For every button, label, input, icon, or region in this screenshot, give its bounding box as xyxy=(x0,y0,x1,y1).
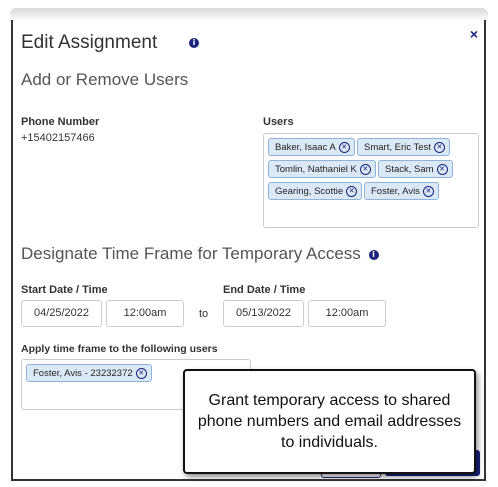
close-circle-icon[interactable]: ✕ xyxy=(433,141,445,153)
end-date-time-label: End Date / Time xyxy=(223,284,306,296)
close-circle-icon[interactable]: ✕ xyxy=(135,367,147,379)
users-section-heading: Add or Remove Users xyxy=(21,70,189,89)
apply-users-label: Apply time frame to the following users xyxy=(21,343,218,355)
user-chip-label: Baker, Isaac A xyxy=(275,142,336,153)
to-label: to xyxy=(199,308,209,320)
screenshot-frame: Edit Assignment i × Add or Remove Users … xyxy=(0,0,498,487)
close-circle-icon[interactable]: ✕ xyxy=(436,163,448,175)
user-chip-label: Smart, Eric Test xyxy=(364,142,431,153)
users-multiselect[interactable]: Baker, Isaac A ✕ Smart, Eric Test ✕ Tomlin… xyxy=(263,133,479,228)
dialog-title: Edit Assignment xyxy=(21,32,158,53)
apply-user-chip: Foster, Avis - 23232372 ✕ xyxy=(26,364,152,382)
users-label: Users xyxy=(263,116,294,128)
info-icon[interactable]: i xyxy=(368,249,379,260)
user-chip-label: Stack, Sam xyxy=(385,164,434,175)
feature-callout: Grant temporary access to shared phone n… xyxy=(183,369,476,474)
end-date-input[interactable]: 05/13/2022 xyxy=(223,300,304,327)
close-circle-icon[interactable]: ✕ xyxy=(346,185,358,197)
user-chip: Gearing, Scottie ✕ xyxy=(268,182,363,200)
callout-text: Grant temporary access to shared phone n… xyxy=(197,392,462,451)
close-icon[interactable]: × xyxy=(470,26,478,42)
close-circle-icon[interactable]: ✕ xyxy=(359,163,371,175)
phone-number-label: Phone Number xyxy=(21,116,100,128)
time-section-heading: Designate Time Frame for Temporary Acces… xyxy=(21,244,379,264)
info-icon[interactable]: i xyxy=(189,38,199,48)
user-chip-label: Gearing, Scottie xyxy=(275,186,344,197)
user-chip: Stack, Sam ✕ xyxy=(378,160,453,178)
start-date-time-label: Start Date / Time xyxy=(21,284,108,296)
end-time-input[interactable]: 12:00am xyxy=(308,300,386,327)
close-circle-icon[interactable]: ✕ xyxy=(338,141,350,153)
user-chip-label: Tomlin, Nathaniel K xyxy=(275,164,357,175)
phone-number-value: +15402157466 xyxy=(21,132,95,144)
user-chip: Foster, Avis ✕ xyxy=(364,182,439,200)
user-chip-label: Foster, Avis xyxy=(371,186,420,197)
apply-user-chip-label: Foster, Avis - 23232372 xyxy=(33,368,133,379)
time-section-heading-text: Designate Time Frame for Temporary Acces… xyxy=(21,244,361,263)
start-time-input[interactable]: 12:00am xyxy=(106,300,184,327)
close-circle-icon[interactable]: ✕ xyxy=(422,185,434,197)
start-date-input[interactable]: 04/25/2022 xyxy=(21,300,102,327)
user-chip: Smart, Eric Test ✕ xyxy=(357,138,450,156)
user-chip: Baker, Isaac A ✕ xyxy=(268,138,355,156)
user-chip: Tomlin, Nathaniel K ✕ xyxy=(268,160,376,178)
